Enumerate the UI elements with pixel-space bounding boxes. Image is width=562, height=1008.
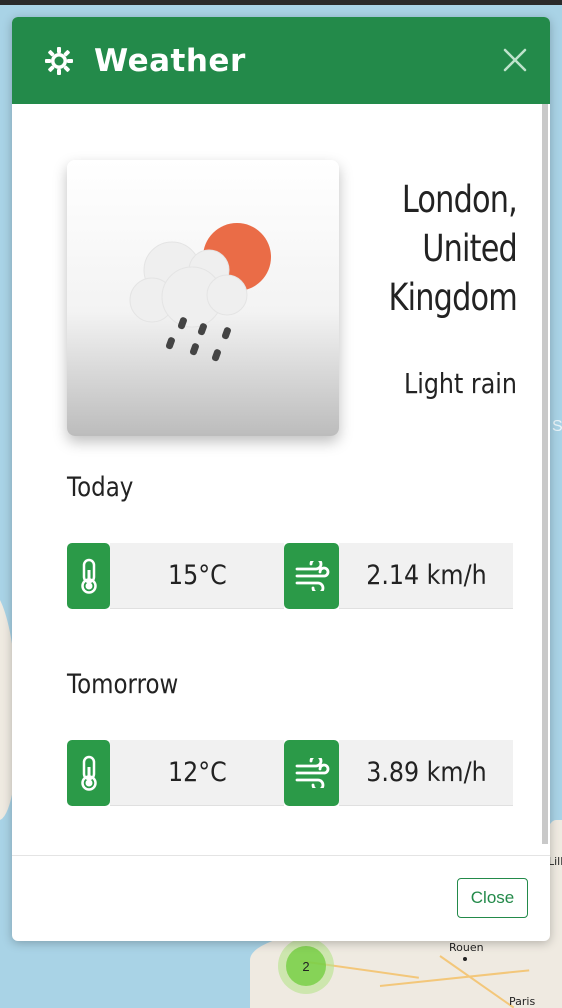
modal-header: Weather: [12, 17, 550, 104]
location-line: London,: [401, 178, 518, 221]
wind-icon: [284, 543, 339, 609]
forecast-row-today: 15°C 2.14 km/h: [67, 543, 513, 609]
weather-icon-card: [67, 160, 339, 436]
weather-condition: Light rain: [403, 367, 517, 400]
temperature-stat: 12°C: [67, 740, 284, 806]
weather-modal: Weather London, United Kingdom Light rai…: [12, 17, 550, 941]
day-label-tomorrow: Tomorrow: [67, 669, 179, 700]
temperature-value: 12°C: [110, 740, 284, 806]
cluster-count: 2: [286, 946, 326, 986]
day-label-today: Today: [67, 472, 134, 503]
cloud-sun-rain-icon: [129, 223, 271, 362]
map-edge-label: S: [552, 418, 562, 435]
temperature-stat: 15°C: [67, 543, 284, 609]
modal-footer-divider: [12, 855, 550, 856]
location-line: United: [422, 227, 518, 270]
thermometer-icon: [67, 543, 110, 609]
wind-icon: [284, 740, 339, 806]
map-label-paris: Paris: [509, 995, 536, 1008]
location-line: Kingdom: [388, 276, 518, 319]
forecast-row-tomorrow: 12°C 3.89 km/h: [67, 740, 513, 806]
wind-stat: 3.89 km/h: [284, 740, 513, 806]
map-label-lille: Lille: [548, 855, 562, 868]
wind-value: 2.14 km/h: [339, 543, 513, 609]
map-marker-cluster[interactable]: 2: [278, 938, 334, 994]
map-label-rouen: Rouen: [449, 941, 484, 954]
temperature-value: 15°C: [110, 543, 284, 609]
close-icon[interactable]: [500, 45, 530, 75]
location-name: London, United Kingdom: [353, 175, 518, 322]
close-button[interactable]: Close: [457, 878, 528, 918]
modal-scrollbar[interactable]: [542, 104, 548, 844]
thermometer-icon: [67, 740, 110, 806]
map-city-dot: [463, 957, 467, 961]
top-bar: [0, 0, 562, 5]
sun-settings-icon: [45, 46, 73, 75]
modal-title: Weather: [94, 42, 246, 79]
wind-value: 3.89 km/h: [339, 740, 513, 806]
wind-stat: 2.14 km/h: [284, 543, 513, 609]
